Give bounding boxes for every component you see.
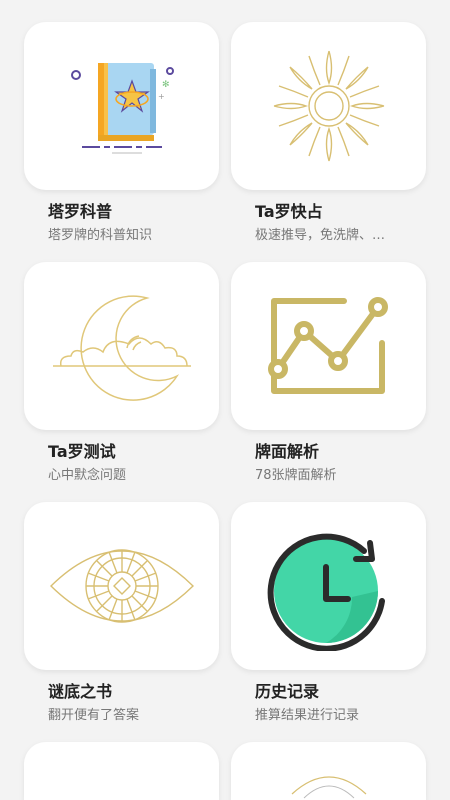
card-title-book-of-answers: 谜底之书 [48, 682, 113, 701]
card-subtitle-history: 推算结果进行记录 [255, 708, 360, 723]
history-clock-icon [267, 533, 385, 651]
trend-chart-icon [267, 297, 388, 394]
card-title-quick-reading: Ta罗快占 [255, 202, 323, 221]
partial-circle-icon [291, 776, 366, 799]
eye-icon [49, 549, 194, 623]
card-card-analysis[interactable] [231, 262, 426, 430]
card-quick-reading[interactable] [231, 22, 426, 190]
sun-icon [273, 50, 384, 162]
card-title-history: 历史记录 [255, 682, 320, 701]
card-subtitle-quick-reading: 极速推导，免洗牌、… [255, 228, 386, 243]
card-subtitle-card-analysis: 78张牌面解析 [255, 468, 337, 483]
card-subtitle-tarot-test: 心中默念问题 [48, 468, 127, 483]
card-book-of-answers[interactable] [24, 502, 219, 670]
svg-text:✻: ✻ [162, 80, 170, 90]
card-title-card-analysis: 牌面解析 [255, 442, 320, 461]
card-title-tarot-basics: 塔罗科普 [48, 202, 113, 221]
card-tarot-basics[interactable]: ✻ + [24, 22, 219, 190]
card-partial-left[interactable] [24, 742, 219, 800]
svg-text:+: + [158, 92, 165, 101]
card-subtitle-tarot-basics: 塔罗牌的科普知识 [48, 228, 153, 243]
star-book-icon: ✻ + [70, 63, 174, 154]
moon-cloud-icon [52, 295, 191, 401]
card-title-tarot-test: Ta罗测试 [48, 442, 116, 461]
feature-grid: ✻ + 塔罗科普 塔罗牌的科普知识 Ta罗快占 极速推导，免洗牌、… Ta罗测试… [0, 0, 450, 800]
card-partial-right[interactable] [231, 742, 426, 800]
card-history[interactable] [231, 502, 426, 670]
card-subtitle-book-of-answers: 翻开便有了答案 [48, 708, 140, 723]
card-tarot-test[interactable] [24, 262, 219, 430]
